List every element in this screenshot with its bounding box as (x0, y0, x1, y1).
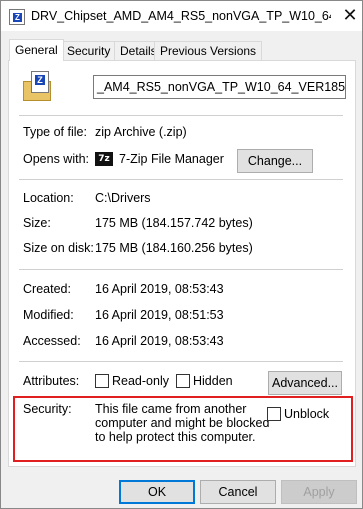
size-value: 175 MB (184.157.742 bytes) (95, 216, 253, 230)
hidden-checkbox[interactable] (176, 374, 190, 388)
accessed-value: 16 April 2019, 08:53:43 (95, 334, 224, 348)
size-on-disk-label: Size on disk: (23, 241, 94, 255)
zip-file-icon: Z (9, 9, 25, 25)
tab-security[interactable]: Security (61, 41, 117, 60)
zip-badge-icon: Z (31, 71, 49, 93)
accessed-label: Accessed: (23, 334, 81, 348)
created-label: Created: (23, 282, 71, 296)
location-label: Location: (23, 191, 74, 205)
created-value: 16 April 2019, 08:53:43 (95, 282, 224, 296)
divider (19, 361, 343, 362)
button-bar: OK Cancel Apply (1, 471, 362, 508)
opens-with-label: Opens with: (23, 152, 90, 166)
security-label: Security: (23, 402, 72, 416)
type-label: Type of file: (23, 125, 87, 139)
location-value: C:\Drivers (95, 191, 151, 205)
divider (19, 115, 343, 116)
modified-label: Modified: (23, 308, 74, 322)
properties-dialog: Z DRV_Chipset_AMD_AM4_RS5_nonVGA_TP_W10_… (0, 0, 363, 509)
readonly-checkbox[interactable] (95, 374, 109, 388)
ok-button[interactable]: OK (119, 480, 195, 504)
advanced-button[interactable]: Advanced... (268, 371, 342, 395)
window-title: DRV_Chipset_AMD_AM4_RS5_nonVGA_TP_W10_64… (31, 9, 331, 23)
zip-archive-icon: Z (23, 71, 51, 101)
apply-button[interactable]: Apply (281, 480, 357, 504)
title-bar[interactable]: Z DRV_Chipset_AMD_AM4_RS5_nonVGA_TP_W10_… (1, 1, 362, 31)
file-name-input[interactable]: _AM4_RS5_nonVGA_TP_W10_64_VER18501601 (93, 75, 346, 99)
security-message: This file came from another computer and… (95, 402, 270, 444)
opens-with-value: 7-Zip File Manager (119, 152, 224, 166)
divider (19, 179, 343, 180)
cancel-button[interactable]: Cancel (200, 480, 276, 504)
readonly-label: Read-only (112, 374, 169, 388)
type-value: zip Archive (.zip) (95, 125, 187, 139)
modified-value: 16 April 2019, 08:51:53 (95, 308, 224, 322)
divider (19, 269, 343, 270)
tab-previous-versions[interactable]: Previous Versions (154, 41, 263, 60)
attributes-label: Attributes: (23, 374, 80, 388)
change-button[interactable]: Change... (237, 149, 313, 173)
close-icon[interactable]: ✕ (338, 1, 362, 31)
size-on-disk-value: 175 MB (184.160.256 bytes) (95, 241, 253, 255)
size-label: Size: (23, 216, 51, 230)
7zip-icon: 7z (95, 152, 113, 166)
tab-general[interactable]: General (9, 39, 64, 61)
hidden-label: Hidden (193, 374, 233, 388)
unblock-label: Unblock (284, 407, 330, 421)
unblock-checkbox[interactable] (267, 407, 281, 421)
